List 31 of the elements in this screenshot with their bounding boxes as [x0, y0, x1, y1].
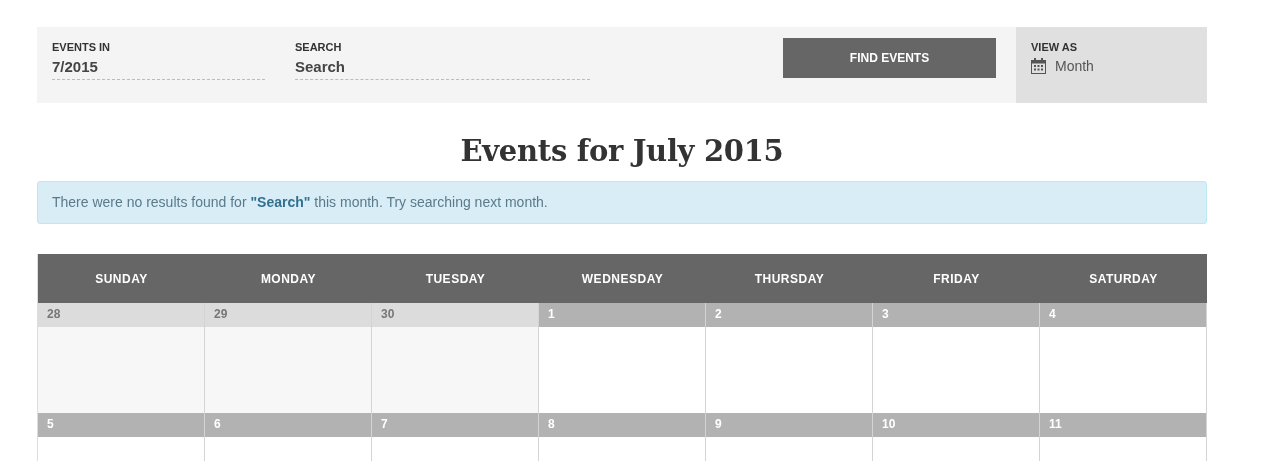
- view-select[interactable]: Month: [1055, 58, 1094, 74]
- weekday-header: MONDAY: [205, 254, 372, 303]
- day-number: 29: [205, 303, 371, 327]
- weekday-header: WEDNESDAY: [539, 254, 706, 303]
- field-label: EVENTS IN: [52, 41, 112, 54]
- day-number: 4: [1040, 303, 1206, 327]
- day-number: 9: [706, 413, 872, 437]
- day-number: 6: [205, 413, 371, 437]
- no-results-notice: There were no results found for "Search" this month. Try searching next month.: [37, 181, 1207, 224]
- weekday-header: THURSDAY: [706, 254, 873, 303]
- day-number: 7: [372, 413, 538, 437]
- day-number: 30: [372, 303, 538, 327]
- page-title: Events for July 2015: [460, 133, 784, 169]
- search-field[interactable]: Search: [295, 55, 590, 80]
- day-number: 10: [873, 413, 1039, 437]
- day-number: 5: [38, 413, 204, 437]
- day-number: 3: [873, 303, 1039, 327]
- weekday-header: FRIDAY: [873, 254, 1040, 303]
- calendar-icon: [1031, 58, 1046, 74]
- day-number: 2: [706, 303, 872, 327]
- day-number: 8: [539, 413, 705, 437]
- day-number: 1: [539, 303, 705, 327]
- day-number: 11: [1040, 413, 1206, 437]
- weekday-header: TUESDAY: [372, 254, 539, 303]
- weekday-header: SATURDAY: [1040, 254, 1207, 303]
- field-label: SEARCH: [295, 41, 343, 54]
- weekday-header: SUNDAY: [38, 254, 205, 303]
- date-field[interactable]: 7/2015: [52, 55, 265, 80]
- day-number: 28: [38, 303, 204, 327]
- view-as-label: VIEW AS: [1031, 41, 1079, 54]
- find-events-button[interactable]: FIND EVENTS: [783, 38, 996, 78]
